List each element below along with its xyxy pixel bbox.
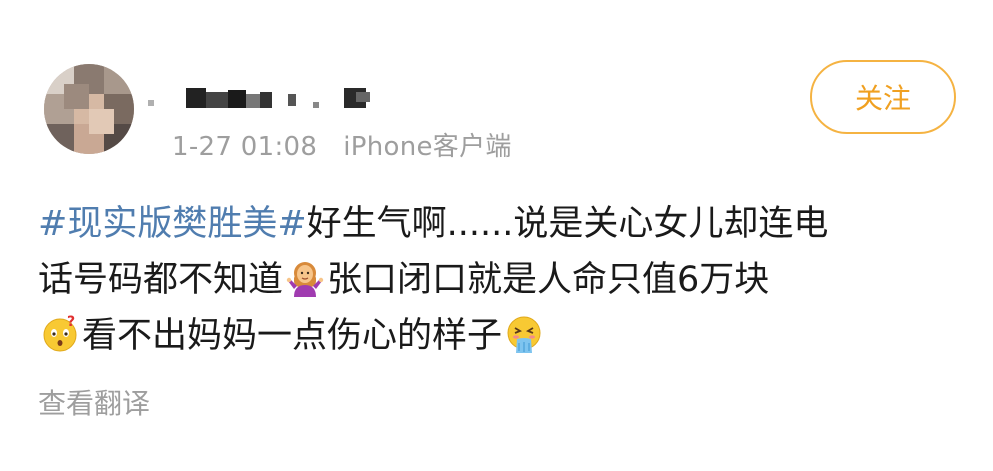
weibo-post: 1-27 01:08 iPhone客户端 关注 #现实版樊胜美#好生气啊.....… [0, 0, 993, 471]
post-content: #现实版樊胜美#好生气啊......说是关心女儿却连电 话号码都不知道 张口闭口… [38, 196, 958, 364]
post-source: iPhone客户端 [343, 132, 512, 162]
confused-face-question-emoji-icon: ? [41, 315, 79, 353]
content-line-1: #现实版樊胜美#好生气啊......说是关心女儿却连电 [38, 196, 958, 252]
svg-text:?: ? [67, 315, 75, 330]
hashtag-link[interactable]: #现实版樊胜美# [38, 204, 307, 244]
content-text: 看不出妈妈一点伤心的样子 [82, 316, 503, 356]
content-line-3: ? 看不出妈妈一点伤心的样子 [38, 308, 958, 364]
content-line-2: 话号码都不知道 张口闭口就是人命只值6万块 [38, 252, 958, 308]
avatar[interactable] [44, 64, 134, 154]
shrugging-woman-emoji-icon [286, 259, 324, 297]
username-redacted[interactable] [148, 82, 378, 114]
content-text: 好生气啊......说是关心女儿却连电 [306, 204, 829, 244]
follow-button[interactable]: 关注 [810, 60, 956, 134]
post-time: 1-27 01:08 [172, 132, 318, 162]
content-text: 张口闭口就是人命只值6万块 [327, 260, 770, 300]
content-text: 话号码都不知道 [38, 260, 284, 300]
translate-link[interactable]: 查看翻译 [38, 382, 150, 422]
vomiting-face-emoji-icon [505, 315, 543, 353]
post-meta: 1-27 01:08 iPhone客户端 [172, 126, 512, 163]
